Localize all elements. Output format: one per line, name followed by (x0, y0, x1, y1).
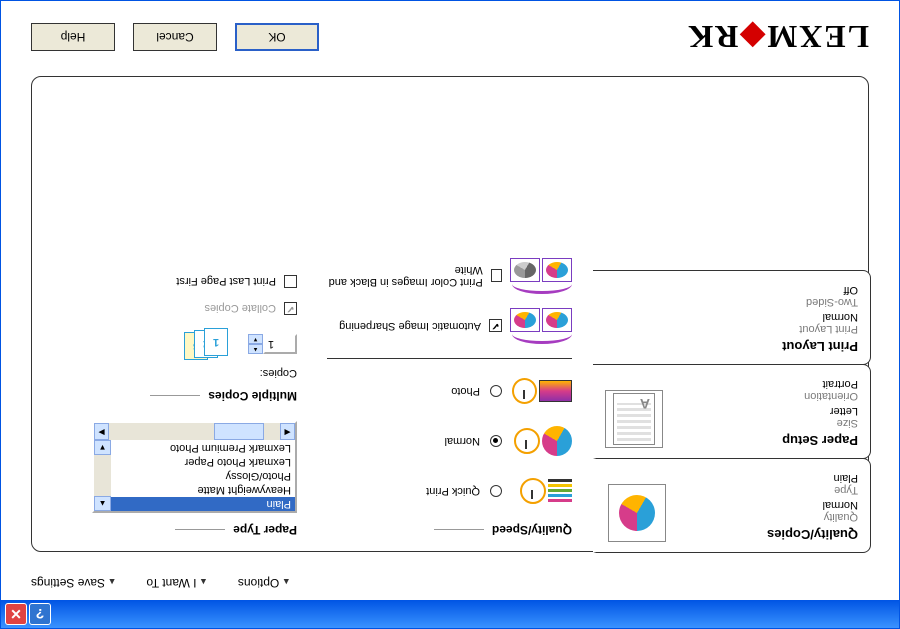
paper-thumb-icon (605, 390, 663, 448)
collate-checkbox: ✔ (284, 302, 297, 315)
sharpen-icon (510, 308, 572, 344)
bw-row[interactable]: Print Color Images in Black and White (327, 258, 572, 294)
copies-label: Copies: (52, 367, 297, 379)
titlebar: ? ✕ (1, 600, 899, 628)
collate-row: ✔ Collate Copies (52, 302, 297, 315)
cancel-button[interactable]: Cancel (133, 23, 217, 51)
type-value: Plain (676, 472, 858, 484)
tab-print-layout[interactable]: Print Layout Print Layout Normal Two-Sid… (593, 270, 871, 365)
tab-quality-copies[interactable]: Quality/Copies Quality Normal Type Plain (593, 458, 871, 553)
list-item[interactable]: Plain (94, 497, 295, 511)
radio-normal[interactable] (490, 435, 502, 447)
menu-i-want-to[interactable]: I Want To (146, 576, 207, 590)
titlebar-help-button[interactable]: ? (29, 603, 51, 625)
normal-icon (512, 423, 572, 459)
lexmark-logo: LEXM◆RK (686, 18, 869, 56)
sharpen-label: Automatic Image Sharpening (339, 320, 481, 332)
twosided-value: Off (605, 284, 858, 296)
help-button[interactable]: Help (31, 23, 115, 51)
photo-label: Photo (451, 385, 480, 397)
photo-icon (512, 373, 572, 409)
tab-content: Quality/Speed Quick Print (32, 77, 592, 551)
menu-save-settings[interactable]: Save Settings (31, 576, 116, 590)
scrollbar-horizontal[interactable]: ◀▶ (94, 423, 295, 440)
list-item[interactable]: Heavyweight Matte (94, 483, 295, 497)
quality-photo-row[interactable]: Photo (327, 373, 572, 409)
copies-title: Multiple Copies (52, 389, 297, 403)
tab-title: Quality/Copies (676, 527, 858, 542)
quick-label: Quick Print (426, 485, 480, 497)
paper-type-listbox[interactable]: Plain Heavyweight Matte Photo/Glossy Lex… (92, 421, 297, 513)
titlebar-close-button[interactable]: ✕ (5, 603, 27, 625)
bw-label: Print Color Images in Black and White (327, 264, 483, 288)
size-label: Size (673, 417, 858, 429)
type-label: Type (676, 484, 858, 496)
quality-value: Normal (676, 499, 858, 511)
dialog-body: Options I Want To Save Settings Quality/… (1, 1, 899, 600)
list-item[interactable]: Lexmark Photo Paper (94, 455, 295, 469)
orientation-value: Portrait (673, 378, 858, 390)
normal-label: Normal (445, 435, 480, 447)
right-column: Paper Type Plain Heavyweight Matte Photo… (52, 91, 297, 537)
ok-button[interactable]: OK (235, 23, 319, 51)
paper-type-title: Paper Type (52, 523, 297, 537)
lastfirst-row[interactable]: Print Last Page First (52, 275, 297, 288)
main-pane: Quality/Copies Quality Normal Type Plain… (31, 76, 869, 552)
tab-title: Print Layout (605, 339, 858, 354)
divider (327, 358, 572, 359)
footer: LEXM◆RK OK Cancel Help (31, 13, 869, 61)
menu-options[interactable]: Options (238, 576, 291, 590)
quick-print-icon (512, 473, 572, 509)
quality-thumb-icon (608, 484, 666, 542)
list-item[interactable]: Photo/Glossy (94, 469, 295, 483)
menubar: Options I Want To Save Settings (31, 576, 291, 590)
quality-quick-row[interactable]: Quick Print (327, 473, 572, 509)
collate-label: Collate Copies (204, 303, 276, 315)
spin-down[interactable]: ▼ (248, 334, 263, 344)
bw-icon (510, 258, 572, 294)
tab-paper-setup[interactable]: Paper Setup Size Letter Orientation Port… (593, 364, 871, 459)
quality-label: Quality (676, 511, 858, 523)
layout-value: Normal (605, 311, 858, 323)
size-value: Letter (673, 405, 858, 417)
list-item[interactable]: Lexmark Premium Photo (94, 441, 295, 455)
bw-checkbox[interactable] (491, 270, 502, 283)
printer-dialog: ? ✕ Options I Want To Save Settings Qual… (0, 0, 900, 629)
radio-photo[interactable] (490, 385, 502, 397)
scrollbar-vertical[interactable]: ▲▼ (94, 440, 111, 511)
sharpen-checkbox[interactable]: ✔ (489, 320, 502, 333)
tab-strip: Quality/Copies Quality Normal Type Plain… (593, 271, 871, 553)
spin-up[interactable]: ▲ (248, 344, 263, 354)
layout-label: Print Layout (605, 323, 858, 335)
copies-spinner[interactable]: ▲▼ (248, 334, 297, 354)
sharpen-row[interactable]: ✔ Automatic Image Sharpening (327, 308, 572, 344)
lastfirst-label: Print Last Page First (176, 276, 276, 288)
quality-speed-title: Quality/Speed (327, 523, 572, 537)
tab-title: Paper Setup (673, 433, 858, 448)
copies-input[interactable] (263, 334, 297, 354)
quality-normal-row[interactable]: Normal (327, 423, 572, 459)
lastfirst-checkbox[interactable] (284, 275, 297, 288)
radio-quick[interactable] (490, 485, 502, 497)
quality-speed-column: Quality/Speed Quick Print (327, 91, 572, 537)
copies-stack-icon: 321 (184, 329, 228, 359)
twosided-label: Two-Sided (605, 296, 858, 308)
orientation-label: Orientation (673, 390, 858, 402)
